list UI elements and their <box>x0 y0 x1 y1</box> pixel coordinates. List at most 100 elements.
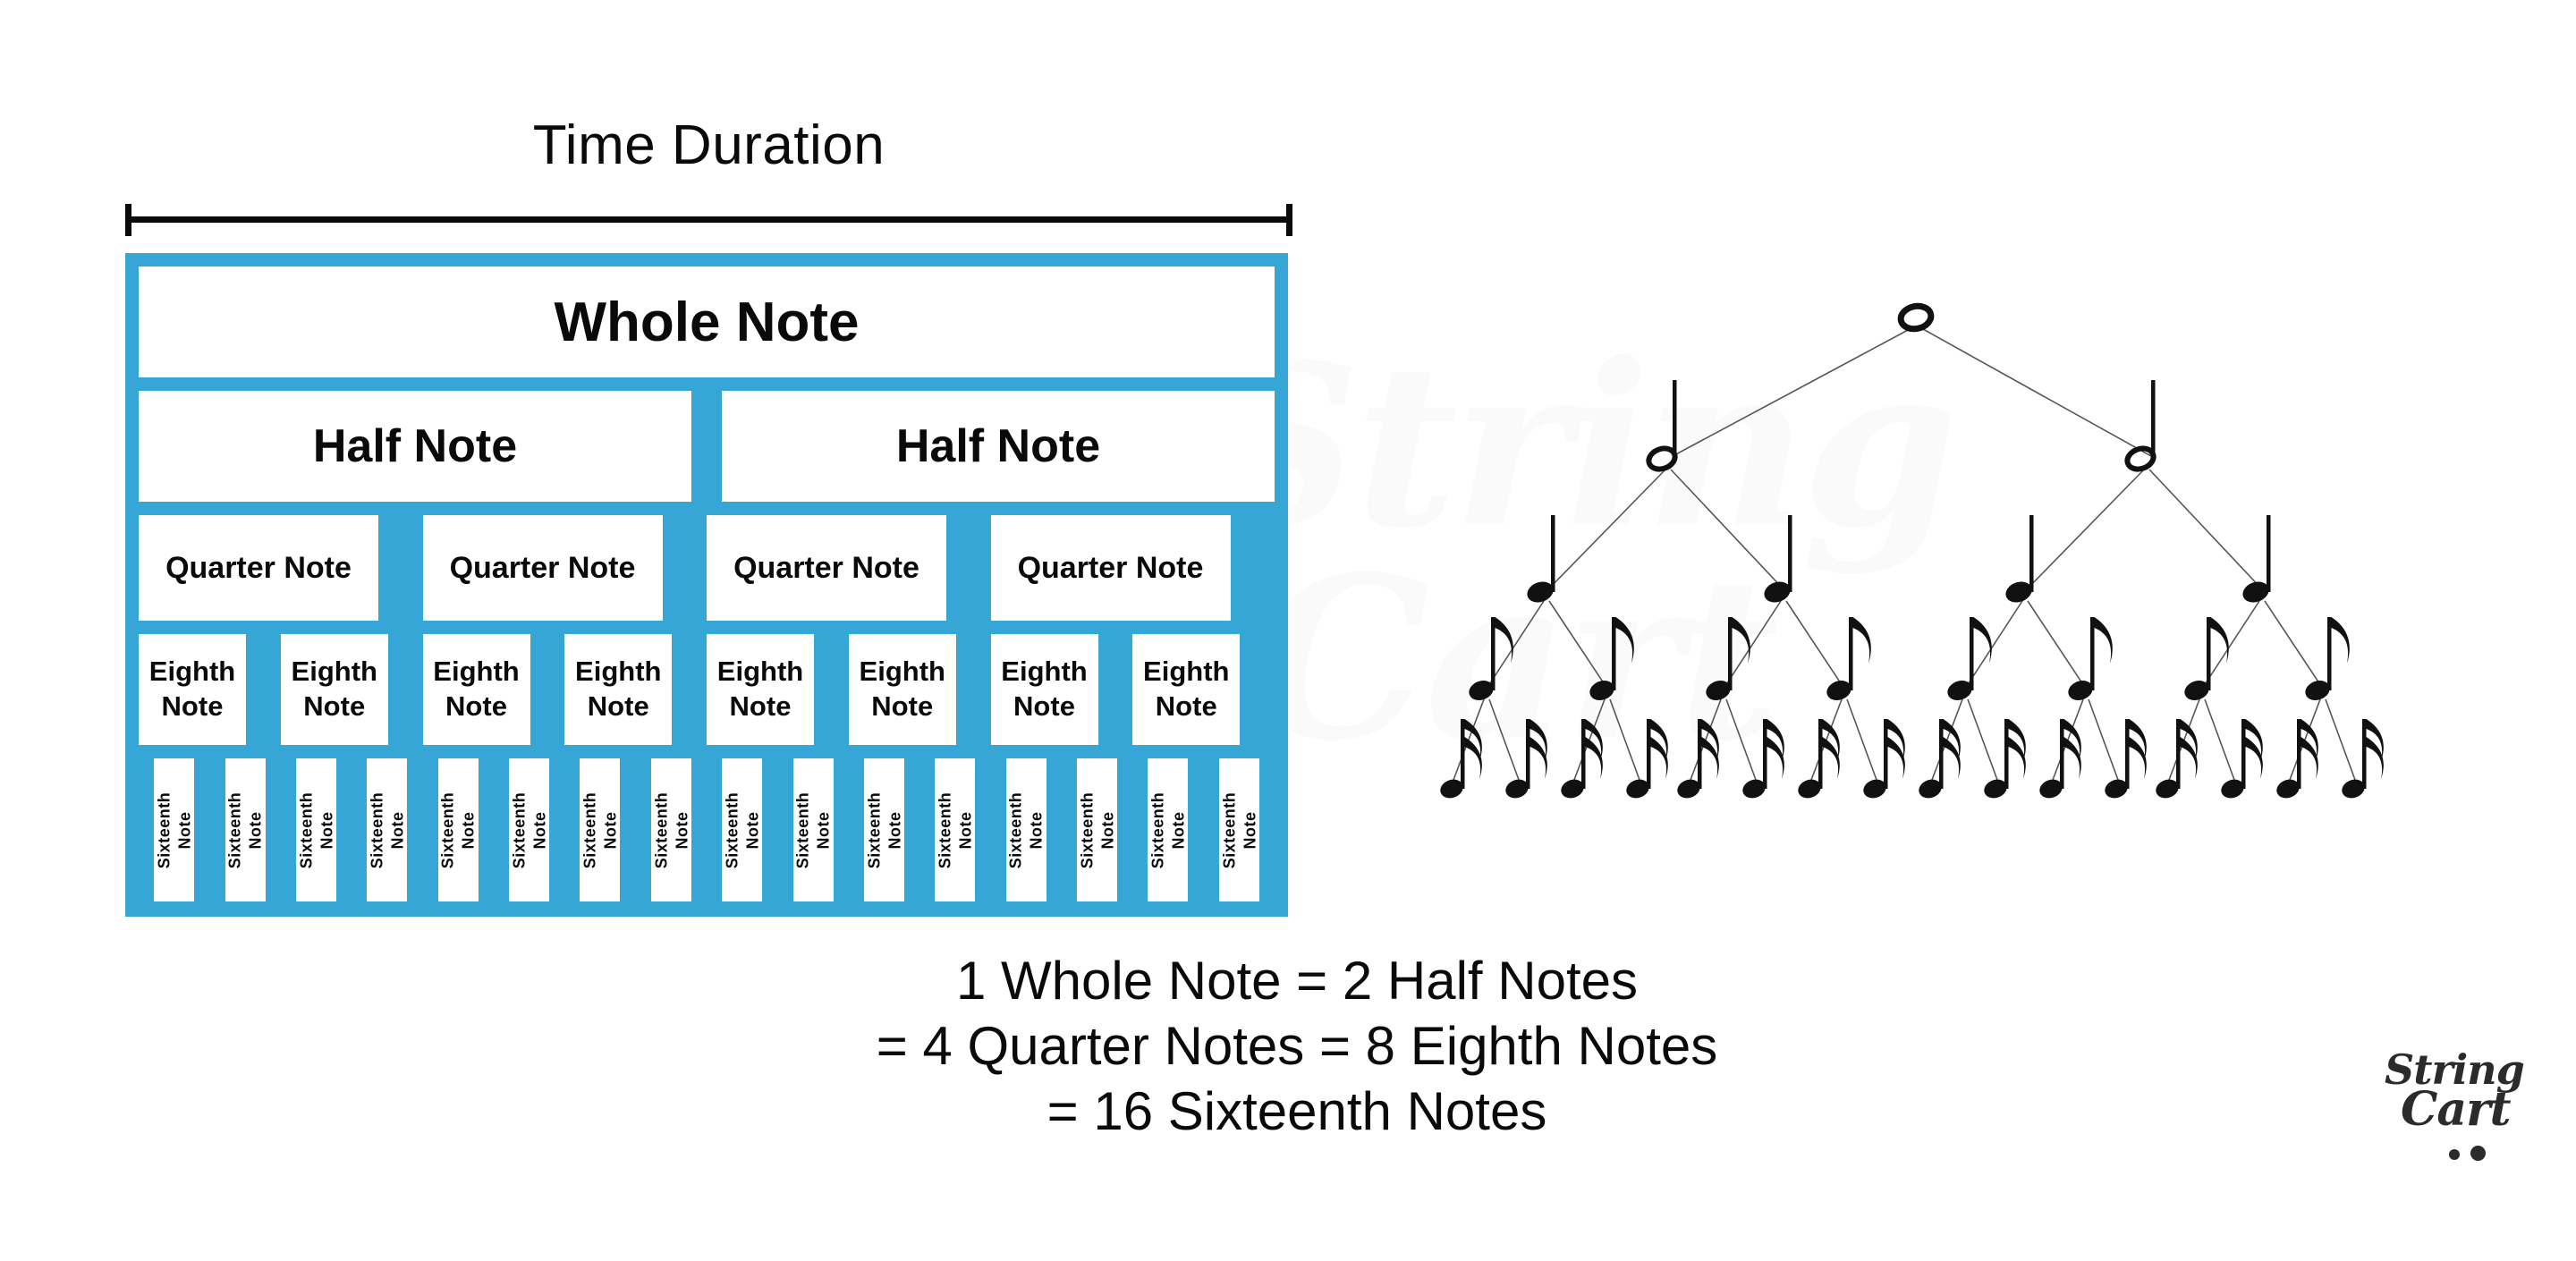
sixteenth-label: Sixteenth Note <box>296 791 336 868</box>
sixteenth-slot-10: Sixteenth Note <box>777 758 848 901</box>
eighth-label-line-2: Note <box>303 690 366 722</box>
tree-quarter-note-4 <box>2240 515 2272 606</box>
sixteenth-slot-13: Sixteenth Note <box>991 758 1062 901</box>
sixteenth-label-line-2: Note <box>174 811 193 849</box>
eighth-label-line-2: Note <box>1155 690 1217 722</box>
chart-row-eighth: Eighth Note Eighth Note Eighth Note Eighth N… <box>139 634 1275 745</box>
sixteenth-slot-6: Sixteenth Note <box>494 758 564 901</box>
sixteenth-slot-14: Sixteenth Note <box>1062 758 1132 901</box>
chart-row-sixteenth: Sixteenth Note Sixteenth Note Sixteenth Note S… <box>139 758 1275 901</box>
quarter-slot-1: Quarter Note <box>139 515 423 621</box>
sixteenth-label-line-2: Note <box>814 811 833 849</box>
tree-sixteenth-note-4 <box>1623 719 1668 801</box>
sixteenth-slot-15: Sixteenth Note <box>1132 758 1203 901</box>
sixteenth-slot-1: Sixteenth Note <box>139 758 209 901</box>
sixteenth-label: Sixteenth Note <box>154 791 194 868</box>
eighth-label-line-1: Eighth <box>575 656 662 688</box>
span-bar-right-cap <box>1286 204 1292 236</box>
sixteenth-label: Sixteenth Note <box>864 791 904 868</box>
note-tree-diagram <box>1333 268 2424 948</box>
sixteenth-slot-2: Sixteenth Note <box>209 758 280 901</box>
tree-sixteenth-note-15 <box>2274 719 2318 801</box>
tree-eighth-note-1 <box>1466 617 1513 704</box>
sixteenth-label-line-2: Note <box>246 811 265 849</box>
sixteenth-label: Sixteenth Note <box>722 791 762 868</box>
sixteenth-label: Sixteenth Note <box>509 791 549 868</box>
chart-row-quarter: Quarter Note Quarter Note Quarter Note Q… <box>139 515 1275 621</box>
sixteenth-label-line-2: Note <box>387 811 406 849</box>
cell-eighth-note-5: Eighth Note <box>707 634 814 745</box>
sixteenth-label-line-1: Sixteenth <box>864 791 883 868</box>
sixteenth-slot-4: Sixteenth Note <box>352 758 422 901</box>
cell-eighth-note-8: Eighth Note <box>1132 634 1241 745</box>
time-duration-span-bar <box>125 204 1292 236</box>
tree-sixteenth-note-8 <box>1860 719 1905 801</box>
cart-wheel-large-icon <box>2470 1146 2486 1161</box>
sixteenth-label-line-2: Note <box>885 811 903 849</box>
sixteenth-label-line-1: Sixteenth <box>1078 791 1097 868</box>
tree-sixteenth-note-12 <box>2102 719 2147 801</box>
eighth-label-line-2: Note <box>871 690 934 722</box>
sixteenth-slot-7: Sixteenth Note <box>564 758 635 901</box>
tree-sixteenth-note-5 <box>1674 719 1719 801</box>
tree-sixteenth-note-14 <box>2218 719 2263 801</box>
cell-eighth-note-4: Eighth Note <box>564 634 673 745</box>
cell-half-note-1: Half Note <box>139 391 691 502</box>
sixteenth-label-line-2: Note <box>459 811 478 849</box>
sixteenth-label-line-2: Note <box>1240 811 1258 849</box>
note-subdivision-chart: Whole Note Half Note Half Note Quarter N… <box>125 253 1288 917</box>
tree-eighth-note-2 <box>1587 617 1634 704</box>
tree-quarter-note-2 <box>1761 515 1793 606</box>
eighth-label-line-2: Note <box>1013 690 1075 722</box>
eighth-label-line-1: Eighth <box>716 656 804 688</box>
eighth-label-line-1: Eighth <box>433 656 520 688</box>
sixteenth-label: Sixteenth Note <box>1006 791 1046 868</box>
sixteenth-label: Sixteenth Note <box>1148 791 1188 868</box>
cell-whole-note-1: Whole Note <box>139 267 1275 377</box>
cell-sixteenth-note-6: Sixteenth Note <box>509 758 550 901</box>
tree-eighth-note-3 <box>1703 617 1750 704</box>
tree-sixteenth-note-9 <box>1916 719 1961 801</box>
sixteenth-label: Sixteenth Note <box>225 791 266 868</box>
sixteenth-slot-8: Sixteenth Note <box>636 758 707 901</box>
tree-sixteenth-note-7 <box>1795 719 1840 801</box>
eighth-slot-6: Eighth Note <box>848 634 991 745</box>
cell-sixteenth-note-13: Sixteenth Note <box>1005 758 1046 901</box>
cell-eighth-note-3: Eighth Note <box>422 634 530 745</box>
eighth-label-line-1: Eighth <box>1143 656 1230 688</box>
tree-quarter-note-3 <box>2003 515 2035 606</box>
cell-eighth-note-6: Eighth Note <box>848 634 956 745</box>
tree-eighth-note-8 <box>2302 617 2350 704</box>
sixteenth-label: Sixteenth Note <box>580 791 620 868</box>
cell-eighth-note-2: Eighth Note <box>280 634 388 745</box>
sixteenth-label-line-2: Note <box>600 811 619 849</box>
cell-sixteenth-note-2: Sixteenth Note <box>225 758 266 901</box>
sixteenth-label-line-2: Note <box>1097 811 1116 849</box>
note-tree-svg <box>1437 268 2384 801</box>
sixteenth-label-line-1: Sixteenth <box>510 791 529 868</box>
brand-logo-line-2: Cart <box>2401 1082 2512 1138</box>
eighth-slot-7: Eighth Note <box>990 634 1133 745</box>
eighth-slot-1: Eighth Note <box>139 634 281 745</box>
sixteenth-slot-12: Sixteenth Note <box>919 758 990 901</box>
tree-sixteenth-note-2 <box>1503 719 1547 801</box>
sixteenth-label-line-1: Sixteenth <box>368 791 386 868</box>
sixteenth-label-line-1: Sixteenth <box>793 791 812 868</box>
cell-sixteenth-note-15: Sixteenth Note <box>1148 758 1189 901</box>
eighth-slot-3: Eighth Note <box>422 634 565 745</box>
tree-whole-note-1 <box>1899 303 1933 332</box>
sixteenth-slot-11: Sixteenth Note <box>849 758 919 901</box>
quarter-slot-4: Quarter Note <box>990 515 1275 621</box>
sixteenth-slot-5: Sixteenth Note <box>423 758 494 901</box>
sixteenth-label-line-1: Sixteenth <box>580 791 599 868</box>
summary-equation: 1 Whole Note = 2 Half Notes = 4 Quarter … <box>626 948 1968 1145</box>
span-bar-line <box>125 216 1292 223</box>
sixteenth-label-line-1: Sixteenth <box>723 791 741 868</box>
cell-sixteenth-note-7: Sixteenth Note <box>580 758 621 901</box>
cell-sixteenth-note-9: Sixteenth Note <box>722 758 763 901</box>
cell-sixteenth-note-11: Sixteenth Note <box>863 758 904 901</box>
sixteenth-label: Sixteenth Note <box>1077 791 1117 868</box>
sixteenth-label-line-2: Note <box>955 811 974 849</box>
eighth-slot-5: Eighth Note <box>707 634 849 745</box>
tree-connectors <box>1453 328 2356 781</box>
